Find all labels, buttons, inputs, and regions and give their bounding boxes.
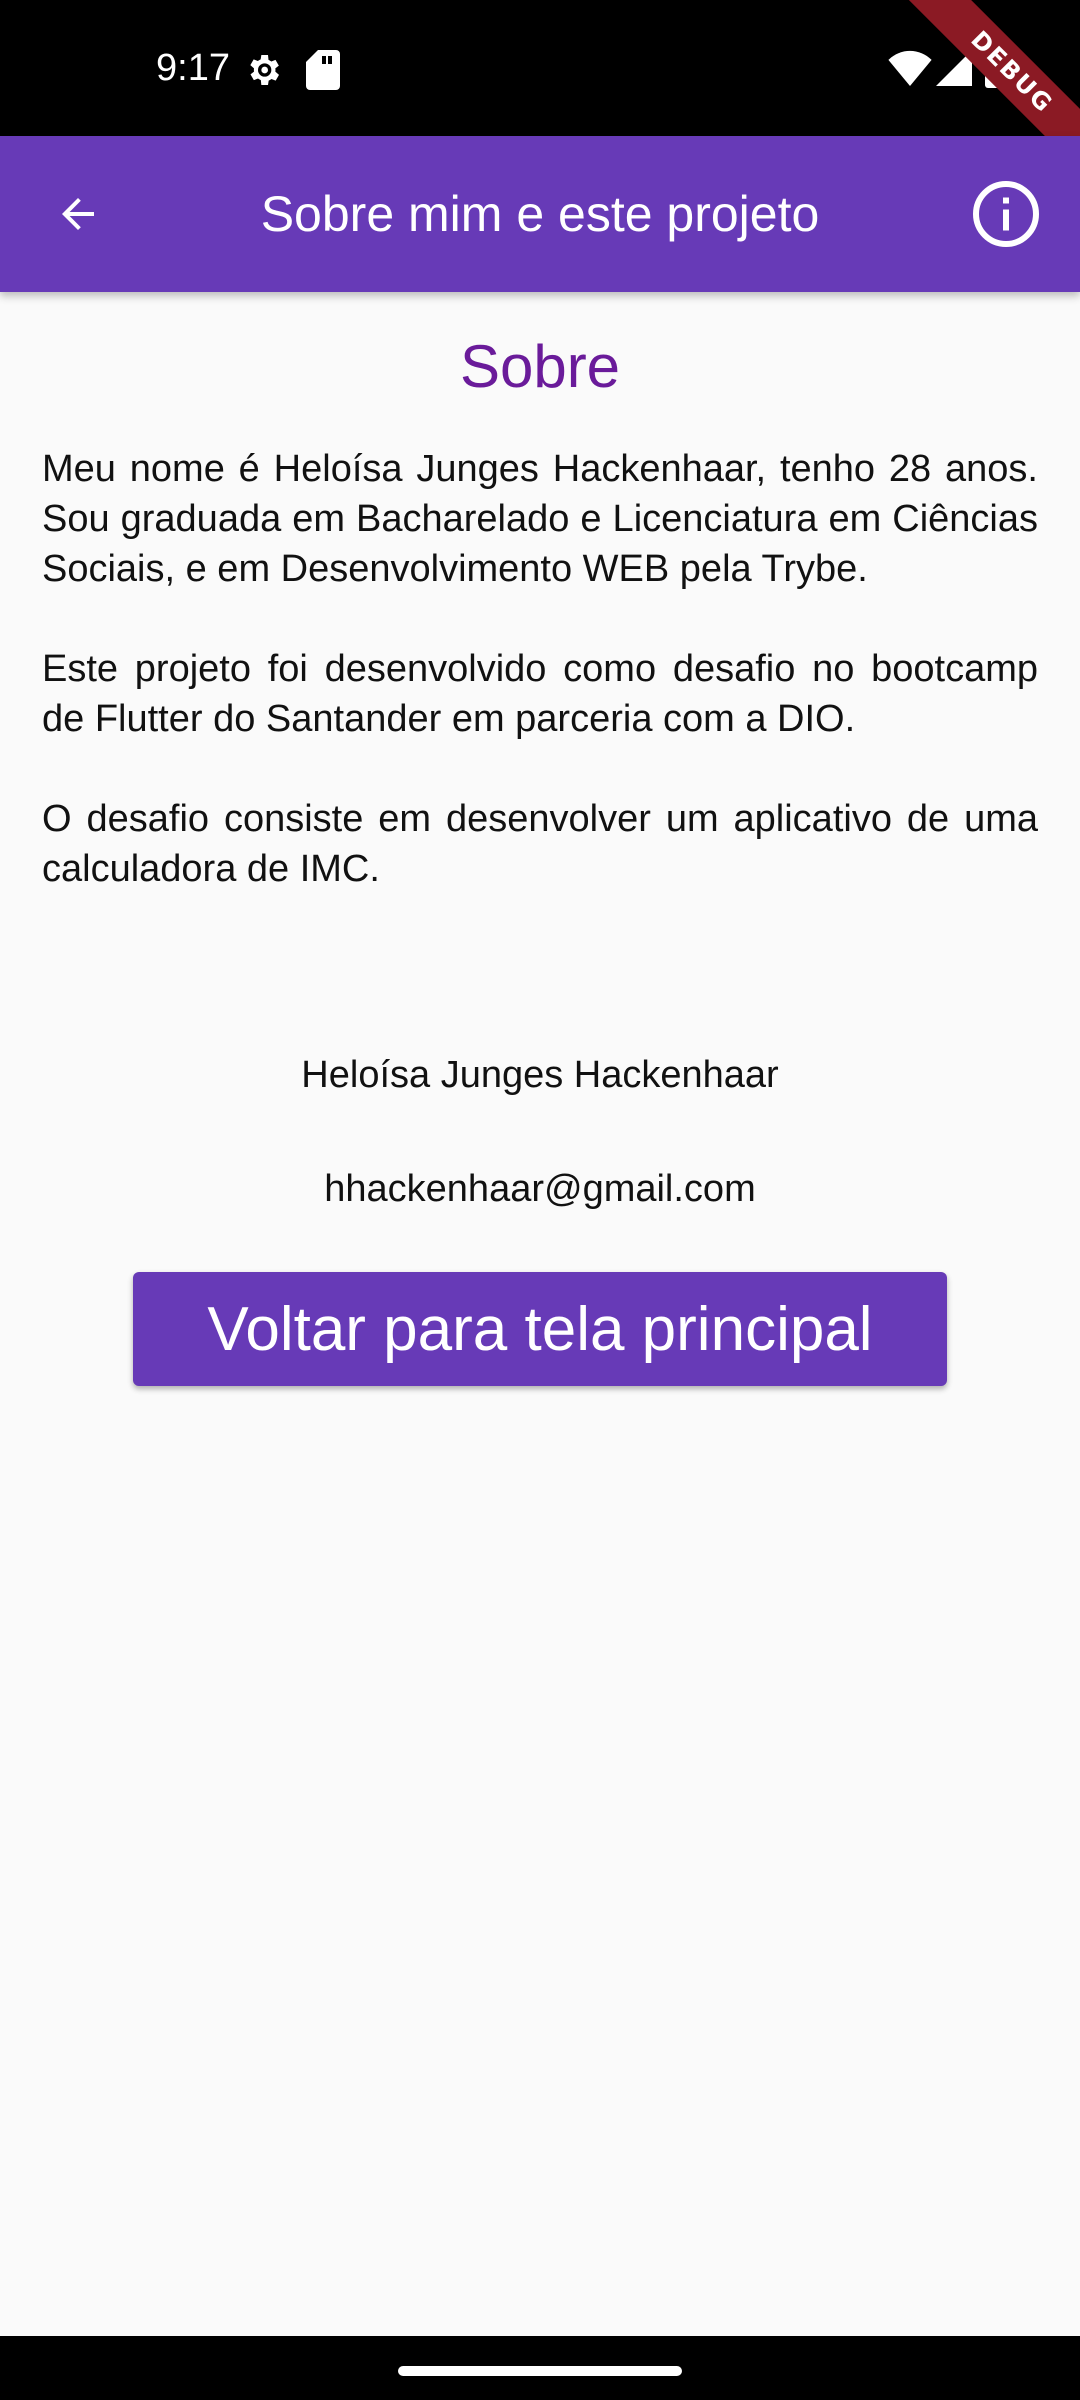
back-button[interactable]	[42, 178, 114, 250]
battery-icon	[985, 44, 1009, 88]
wifi-icon	[888, 50, 932, 86]
section-title: Sobre	[459, 333, 621, 400]
arrow-back-icon	[62, 198, 94, 230]
about-text: Meu nome é Heloísa Junges Hackenhaar, te…	[42, 444, 1038, 894]
about-paragraph: O desafio consiste em desenvolver um apl…	[42, 798, 1038, 890]
about-paragraph: Este projeto foi desenvolvido como desaf…	[42, 648, 1038, 740]
sd-card-icon	[306, 50, 340, 90]
signal-icon	[936, 50, 972, 86]
settings-gear-icon	[250, 55, 279, 85]
back-to-main-button[interactable]: Voltar para tela principal	[133, 1272, 947, 1386]
info-outline-icon	[973, 181, 1039, 247]
about-paragraph: Meu nome é Heloísa Junges Hackenhaar, te…	[42, 448, 1038, 590]
app-bar-title: Sobre mim e este projeto	[260, 186, 820, 242]
status-bar: 9:17 DEBUG	[0, 0, 1080, 194]
status-time: 9:17	[156, 47, 230, 89]
screen: 9:17 DEBUG Sobre mim e este projeto Sobr…	[0, 0, 1080, 2400]
author-email: hhackenhaar@gmail.com	[324, 1168, 756, 1210]
app-bar: Sobre mim e este projeto	[0, 136, 1080, 292]
info-button[interactable]	[960, 168, 1052, 260]
author-name: Heloísa Junges Hackenhaar	[301, 1054, 779, 1096]
home-gesture-handle[interactable]	[398, 2366, 682, 2376]
